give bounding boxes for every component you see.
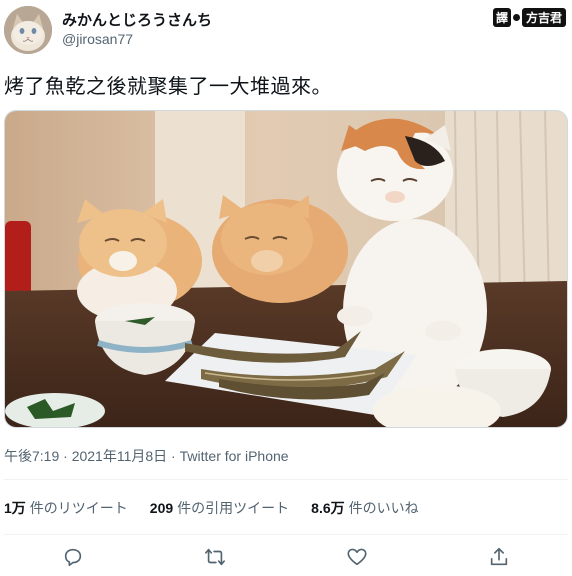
badge-dot-icon	[512, 13, 520, 21]
tweet-actions	[0, 540, 572, 576]
user-handle[interactable]: @jirosan77	[62, 31, 133, 47]
display-name[interactable]: みかんとじろうさんち	[62, 9, 212, 30]
divider	[4, 534, 568, 535]
reply-button[interactable]	[62, 546, 86, 570]
like-button[interactable]	[346, 546, 370, 570]
share-button[interactable]	[488, 546, 512, 570]
stat-label: 件のいいね	[348, 500, 419, 516]
meta-separator: ·	[59, 448, 72, 464]
tweet-meta: 午後7:19 · 2021年11月8日 · Twitter for iPhone	[4, 446, 289, 466]
share-icon	[490, 547, 508, 566]
stat-label: 件のリツイート	[29, 500, 128, 516]
like-icon	[347, 548, 367, 566]
user-avatar[interactable]	[4, 6, 52, 54]
translator-badge: 譯 方吉君	[492, 7, 566, 27]
stat-count: 1万	[4, 500, 26, 516]
tweet-stats: 1万 件のリツイート 209 件の引用ツイート 8.6万 件のいいね	[4, 496, 441, 520]
badge-left-label: 譯	[492, 7, 511, 27]
tweet-date[interactable]: 2021年11月8日	[72, 448, 167, 464]
retweet-icon	[205, 548, 225, 566]
divider	[4, 479, 568, 480]
like-count[interactable]: 8.6万 件のいいね	[311, 498, 418, 518]
retweet-button[interactable]	[204, 546, 228, 570]
stat-label: 件の引用ツイート	[177, 500, 290, 516]
cat-avatar-icon	[4, 6, 52, 54]
tweet-header: みかんとじろうさんち @jirosan77 譯 方吉君	[0, 0, 572, 62]
stat-count: 8.6万	[311, 500, 345, 516]
reply-icon	[64, 548, 82, 567]
meta-separator: ·	[167, 448, 180, 464]
stat-count: 209	[149, 500, 174, 516]
tweet-image[interactable]	[4, 110, 568, 428]
badge-right-label: 方吉君	[521, 7, 566, 27]
quote-tweet-count[interactable]: 209 件の引用ツイート	[150, 498, 289, 518]
tweet-time[interactable]: 午後7:19	[4, 448, 59, 464]
retweet-count[interactable]: 1万 件のリツイート	[4, 498, 128, 518]
tweet-source[interactable]: Twitter for iPhone	[180, 448, 289, 464]
tweet-text: 烤了魚乾之後就聚集了一大堆過來。	[4, 76, 332, 98]
cats-photo	[5, 111, 567, 427]
